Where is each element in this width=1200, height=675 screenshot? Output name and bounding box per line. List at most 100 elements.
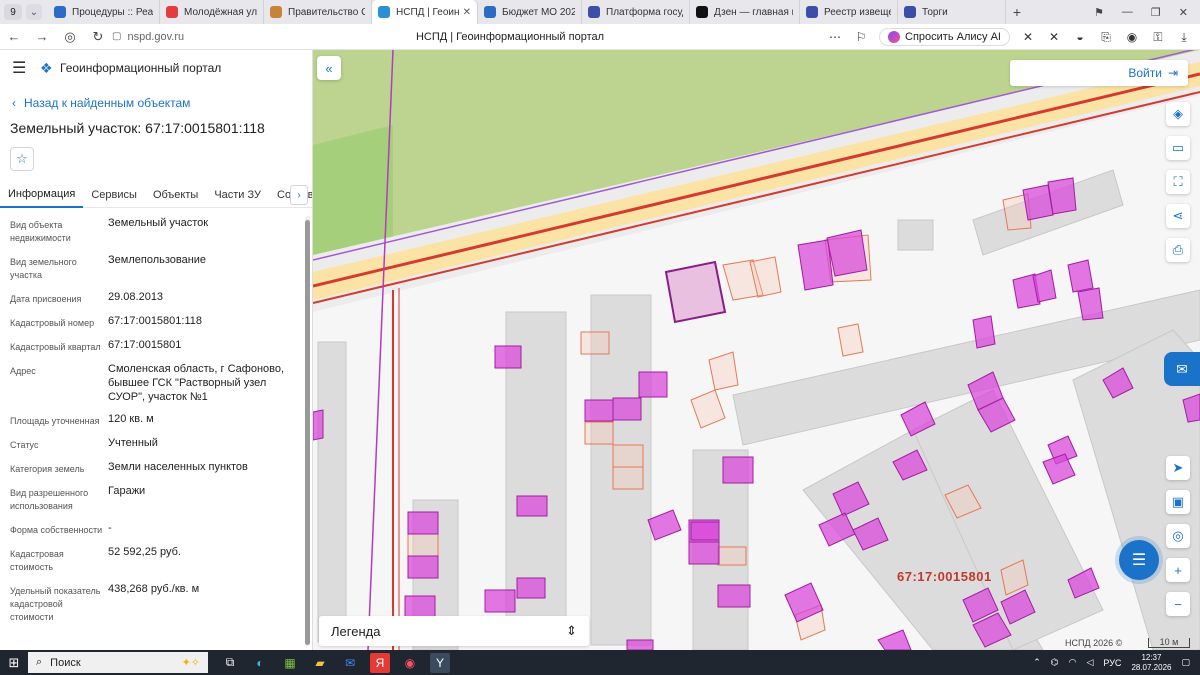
browser-tab[interactable]: Дзен — главная нов (690, 0, 800, 24)
browser-tab[interactable]: Правительство Смо (264, 0, 372, 24)
info-tab[interactable]: Информация (0, 182, 84, 208)
volume-icon[interactable]: ◁ (1086, 657, 1093, 668)
favorite-button[interactable]: ☆ (10, 147, 34, 171)
property-row: Удельный показатель кадастровой стоимост… (10, 582, 300, 624)
browser-tab[interactable]: Платформа государ (582, 0, 690, 24)
language-indicator[interactable]: РУС (1103, 658, 1121, 668)
info-tab[interactable]: Сервисы (83, 182, 145, 208)
geolocation-button[interactable]: ◎ (1166, 524, 1190, 548)
browser-tab[interactable]: НСПД | Геоинфор ✕ (372, 0, 478, 24)
panel-scrollbar[interactable] (305, 216, 310, 646)
property-value: 29.08.2013 (108, 291, 164, 303)
chevron-down-icon[interactable]: ⌄ (26, 4, 42, 20)
ask-alice-label: Спросить Алису AI (905, 31, 1001, 43)
ruler-button[interactable]: ▭ (1166, 136, 1190, 160)
chevron-up-icon[interactable]: ⌃ (1033, 657, 1041, 668)
extension-icon[interactable]: ⚿ (1150, 29, 1166, 45)
basemap-button[interactable]: ▣ (1166, 490, 1190, 514)
browser-tab[interactable]: Молодёжная улица, (160, 0, 264, 24)
copyright: НСПД 2026 © (1065, 638, 1123, 648)
parcel (584, 399, 614, 422)
zoom-in-button[interactable]: + (1166, 558, 1190, 582)
parcel (1022, 184, 1054, 221)
wifi-icon[interactable]: ◠ (1069, 657, 1077, 668)
store-icon[interactable]: ▦ (280, 653, 300, 673)
task-view-icon[interactable]: ⧉ (220, 653, 240, 673)
windows-start-icon[interactable]: ⊞ (0, 655, 28, 671)
browser-tab[interactable]: Процедуры :: Реализ (48, 0, 160, 24)
chat-button[interactable]: ☰ (1119, 540, 1159, 580)
more-icon[interactable]: ⋯ (827, 29, 843, 45)
map-view[interactable]: « Войти ⇥ ◈ ▭ ⛶ ⋖ ⎙ ✉ ➤ ▣ ◎ + − ☰ 67:17:… (313, 50, 1200, 650)
close-icon[interactable]: ✕ (1179, 6, 1188, 19)
print-button[interactable]: ⎙ (1166, 238, 1190, 262)
page-title: Земельный участок: 67:17:0015801:118 (10, 120, 265, 136)
ask-alice-button[interactable]: Спросить Алису AI (879, 28, 1010, 46)
alice-icon (888, 31, 901, 43)
extension-icon[interactable]: ◒ (1072, 29, 1088, 45)
property-value: Смоленская область, г Сафоново, бывшее Г… (108, 363, 285, 403)
browser-tab[interactable]: Бюджет МО 2025г 24 (478, 0, 582, 24)
close-tab-icon[interactable]: ✕ (463, 7, 471, 18)
property-value: Земельный участок (108, 217, 209, 229)
zoom-out-button[interactable]: − (1166, 592, 1190, 616)
favicon-icon (588, 6, 600, 18)
tab-counter[interactable]: 9 (4, 4, 22, 20)
new-tab-button[interactable]: + (1006, 4, 1028, 20)
menu-icon[interactable]: ☰ (12, 58, 32, 78)
back-to-results-link[interactable]: ‹ Назад к найденным объектам (12, 96, 190, 110)
selected-parcel[interactable] (664, 260, 727, 324)
share-button[interactable]: ⋖ (1166, 204, 1190, 228)
outlook-icon[interactable]: ✉ (340, 653, 360, 673)
chat-icon: ☰ (1131, 552, 1147, 569)
yandex-icon[interactable]: Я (370, 652, 390, 673)
property-value: 438,268 руб./кв. м (108, 583, 200, 595)
favicon-icon (270, 6, 282, 18)
extension-icon[interactable]: ✕ (1020, 29, 1036, 45)
clock[interactable]: 12:37 28.07.2026 (1131, 653, 1171, 673)
info-tab[interactable]: Части ЗУ (206, 182, 269, 208)
folder-icon[interactable]: ▰ (310, 653, 330, 673)
notification-icon[interactable]: ▢ (1181, 657, 1190, 668)
browser-icon[interactable]: ◉ (400, 653, 420, 673)
layers-button[interactable]: ◈ (1166, 102, 1190, 126)
parcel (584, 421, 614, 445)
scroll-thumb[interactable] (305, 220, 310, 645)
network-icon[interactable]: ⌬ (1051, 657, 1059, 668)
browser-tab[interactable]: Торги (898, 0, 1006, 24)
property-label: Статус (10, 440, 39, 450)
back-to-results-label: Назад к найденным объектам (24, 96, 191, 110)
maximize-icon[interactable]: ❐ (1151, 6, 1161, 19)
select-area-button[interactable]: ⛶ (1166, 170, 1190, 194)
map-canvas[interactable] (313, 50, 1200, 650)
browser-tab[interactable]: Реестр извещений (800, 0, 898, 24)
legend-toggle[interactable]: Легенда ⇕ (319, 616, 589, 646)
extension-icon[interactable]: ⎘ (1098, 29, 1114, 45)
tabs-next-button[interactable]: › (290, 185, 308, 205)
extension-icon[interactable]: ✕ (1046, 29, 1062, 45)
locate-button[interactable]: ➤ (1166, 456, 1190, 480)
collapse-panel-button[interactable]: « (317, 56, 341, 80)
yandex-browser-icon[interactable]: Y (430, 652, 450, 673)
window-controls: ⚑ — ❐ ✕ (1094, 0, 1200, 24)
info-tab[interactable]: Объекты (145, 182, 206, 208)
minimize-icon[interactable]: — (1122, 6, 1133, 18)
parcel (407, 555, 439, 579)
extension-icon[interactable]: ◉ (1124, 29, 1140, 45)
parcel (612, 444, 644, 468)
edge-icon[interactable]: ◐ (250, 653, 270, 673)
bookmark-add-icon[interactable]: ⚐ (853, 29, 869, 45)
parcel (717, 546, 747, 566)
login-button[interactable]: Войти ⇥ (1010, 60, 1188, 86)
favicon-icon (904, 6, 916, 18)
login-label: Войти (1128, 66, 1162, 80)
parcel (612, 466, 644, 490)
taskbar-search[interactable]: ⌕ Поиск ✦✧ (28, 652, 208, 673)
download-icon[interactable]: ⤓ (1176, 29, 1192, 45)
building (317, 341, 347, 643)
bookmark-icon[interactable]: ⚑ (1094, 6, 1104, 19)
assistant-side-tab[interactable]: ✉ (1164, 352, 1200, 386)
browser-tabstrip: 9 ⌄ Процедуры :: Реализ Молодёжная улица,… (0, 0, 1200, 24)
parcel (407, 511, 439, 535)
parcel (972, 315, 996, 349)
